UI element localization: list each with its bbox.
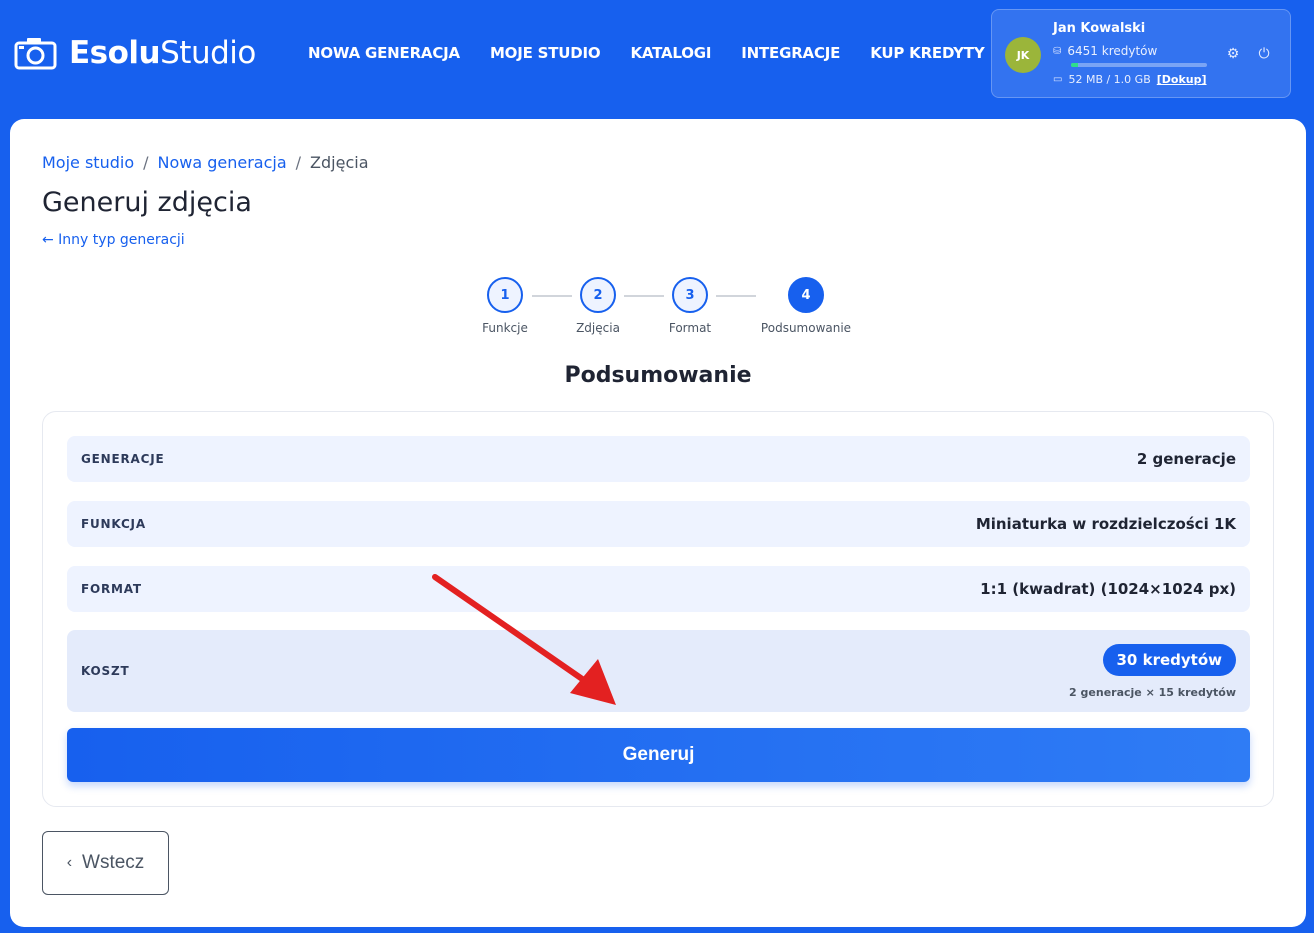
summary-row-generations: GENERACJE 2 generacje	[67, 436, 1250, 482]
other-generation-type-link[interactable]: ← Inny typ generacji	[42, 232, 185, 248]
gear-icon[interactable]: ⚙	[1224, 46, 1242, 62]
step-label: Zdjęcia	[576, 321, 620, 335]
breadcrumb-current: Zdjęcia	[310, 153, 369, 172]
camera-icon	[14, 38, 57, 70]
credits-value: 6451 kredytów	[1067, 44, 1158, 58]
nav-buy-credits[interactable]: KUP KREDYTY	[870, 44, 984, 62]
row-value: 1:1 (kwadrat) (1024×1024 px)	[980, 580, 1236, 598]
storage-progress-fill	[1071, 63, 1078, 67]
breadcrumb-new-generation[interactable]: Nowa generacja	[158, 153, 287, 172]
logout-icon[interactable]: ⏻	[1255, 46, 1273, 62]
storage-usage: ▭ 52 MB / 1.0 GB [Dokup]	[1053, 73, 1207, 86]
generate-button[interactable]: Generuj	[67, 728, 1250, 782]
avatar[interactable]: JK	[1005, 37, 1041, 73]
storage-value: 52 MB / 1.0 GB	[1068, 73, 1151, 86]
summary-row-function: FUNKCJA Miniaturka w rozdzielczości 1K	[67, 501, 1250, 547]
step-label: Podsumowanie	[760, 321, 852, 335]
summary-row-cost: KOSZT 30 kredytów 2 generacje × 15 kredy…	[67, 630, 1250, 712]
back-button-label: Wstecz	[82, 852, 145, 873]
page-title: Generuj zdjęcia	[42, 187, 252, 218]
stepper: 1 Funkcje 2 Zdjęcia 3 Format 4 Podsumowa…	[470, 277, 851, 337]
nav-my-studio[interactable]: MOJE STUDIO	[490, 44, 601, 62]
row-key: GENERACJE	[81, 452, 165, 466]
row-key: FUNKCJA	[81, 517, 146, 531]
step-number: 3	[672, 277, 708, 313]
row-value: 2 generacje	[1136, 450, 1236, 468]
row-value: Miniaturka w rozdzielczości 1K	[975, 515, 1236, 533]
nav-integrations[interactable]: INTEGRACJE	[741, 44, 840, 62]
brand-name: EsoluStudio	[69, 35, 256, 71]
back-button[interactable]: ‹ Wstecz	[42, 831, 169, 895]
cost-badge: 30 kredytów	[1102, 643, 1236, 676]
nav-catalogs[interactable]: KATALOGI	[630, 44, 711, 62]
summary-title: Podsumowanie	[564, 363, 752, 388]
step-number: 4	[788, 277, 824, 313]
cost-breakdown: 2 generacje × 15 kredytów	[1069, 685, 1236, 699]
step-number: 1	[487, 277, 523, 313]
chevron-left-icon: ‹	[66, 854, 73, 871]
coins-icon: ⛁	[1053, 45, 1062, 57]
cost-details: 30 kredytów 2 generacje × 15 kredytów	[1069, 643, 1236, 699]
breadcrumb-separator: /	[295, 153, 302, 172]
breadcrumb-my-studio[interactable]: Moje studio	[42, 153, 134, 172]
storage-progress-bar	[1071, 63, 1207, 67]
step-photos[interactable]: 2 Zdjęcia	[553, 277, 643, 335]
row-key: KOSZT	[81, 664, 130, 678]
nav-new-generation[interactable]: NOWA GENERACJA	[308, 44, 460, 62]
summary-card: GENERACJE 2 generacje FUNKCJA Miniaturka…	[42, 411, 1274, 807]
step-format[interactable]: 3 Format	[645, 277, 735, 335]
main-nav: NOWA GENERACJA MOJE STUDIO KATALOGI INTE…	[308, 44, 1015, 62]
summary-row-format: FORMAT 1:1 (kwadrat) (1024×1024 px)	[67, 566, 1250, 612]
step-summary[interactable]: 4 Podsumowanie	[761, 277, 851, 335]
topup-storage-link[interactable]: [Dokup]	[1157, 73, 1207, 86]
brand-logo[interactable]: EsoluStudio	[14, 36, 256, 70]
step-functions[interactable]: 1 Funkcje	[460, 277, 550, 335]
row-key: FORMAT	[81, 582, 142, 596]
breadcrumb-separator: /	[143, 153, 149, 172]
user-name: Jan Kowalski	[1053, 21, 1146, 36]
drive-icon: ▭	[1053, 74, 1063, 85]
user-card: JK Jan Kowalski ⛁ 6451 kredytów ▭ 52 MB …	[991, 9, 1291, 98]
breadcrumb: Moje studio / Nowa generacja / Zdjęcia	[42, 153, 369, 172]
main-panel: Moje studio / Nowa generacja / Zdjęcia G…	[10, 119, 1306, 927]
credits-balance: ⛁ 6451 kredytów	[1053, 44, 1157, 58]
step-label: Funkcje	[482, 321, 528, 335]
step-number: 2	[580, 277, 616, 313]
step-label: Format	[668, 321, 712, 335]
top-navigation-bar: EsoluStudio NOWA GENERACJA MOJE STUDIO K…	[0, 0, 1314, 108]
